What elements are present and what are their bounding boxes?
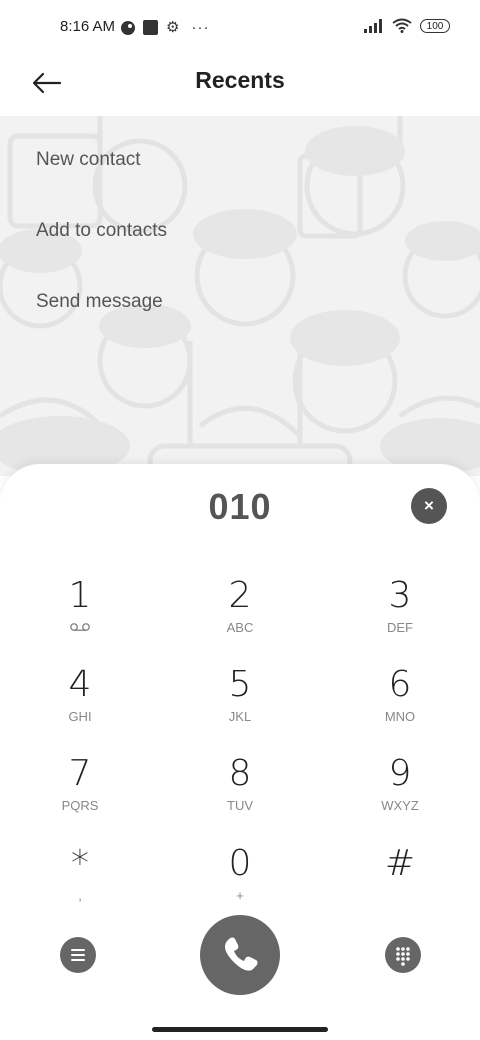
key-9[interactable]: 9 WXYZ <box>340 754 460 834</box>
gear-icon: ⚙ <box>166 19 180 36</box>
key-0[interactable]: 0 + <box>180 844 300 924</box>
key-letters: DEF <box>387 620 413 635</box>
key-4[interactable]: 4 GHI <box>20 665 140 745</box>
key-letters: MNO <box>384 709 416 724</box>
dialed-number: 010 <box>208 486 272 527</box>
more-notifications-icon: ··· <box>191 19 210 36</box>
list-icon <box>71 949 85 961</box>
key-6[interactable]: 6 MNO <box>340 665 460 745</box>
key-letters: ABC <box>226 620 254 635</box>
clear-button[interactable]: × <box>411 488 447 524</box>
dialpad-sheet: 010 × 1 2 ABC 3 DEF 4 GHI 5 JKL 6 MNO 7 … <box>0 464 480 1040</box>
key-hash[interactable]: # <box>340 844 460 924</box>
key-digit: 7 <box>68 753 92 794</box>
key-letters: + <box>236 888 244 903</box>
call-button[interactable] <box>200 915 280 995</box>
key-letters: , <box>78 888 82 903</box>
key-digit: 9 <box>388 753 412 794</box>
signal-icon <box>364 18 382 33</box>
key-digit: 2 <box>228 575 252 616</box>
app-header: Recents <box>0 56 480 112</box>
page-title: Recents <box>195 67 285 93</box>
key-digit: 0 <box>228 843 252 884</box>
key-letters: TUV <box>227 798 253 813</box>
key-1[interactable]: 1 <box>20 576 140 656</box>
key-digit: 5 <box>228 664 252 705</box>
key-star[interactable]: * , <box>20 844 140 924</box>
key-letters: JKL <box>228 709 252 724</box>
home-indicator[interactable] <box>152 1027 328 1032</box>
key-letters: GHI <box>68 709 92 724</box>
key-digit: 4 <box>68 664 92 705</box>
add-to-contacts-option[interactable]: Add to contacts <box>36 217 167 288</box>
key-digit: # <box>384 843 416 884</box>
key-7[interactable]: 7 PQRS <box>20 754 140 834</box>
keypad-icon <box>396 947 410 966</box>
new-contact-option[interactable]: New contact <box>36 146 167 217</box>
battery-icon: 100 <box>420 18 450 33</box>
phone-icon <box>225 937 258 971</box>
notification-icons: ⚙ ··· <box>121 19 209 36</box>
status-bar: 8:16 AM ⚙ ··· 100 <box>0 0 480 56</box>
key-letters: WXYZ <box>381 798 419 813</box>
app-notification-icon <box>143 20 158 35</box>
voicemail-icon <box>20 620 140 636</box>
key-8[interactable]: 8 TUV <box>180 754 300 834</box>
recents-menu: New contact Add to contacts Send message <box>36 146 167 359</box>
key-digit: 1 <box>68 575 92 616</box>
status-time: 8:16 AM <box>60 18 116 35</box>
data-saver-icon <box>121 20 135 35</box>
list-button[interactable] <box>60 937 96 973</box>
key-digit: 8 <box>228 753 252 794</box>
key-digit: * <box>71 843 89 884</box>
key-letters: PQRS <box>61 798 99 813</box>
wifi-icon <box>392 18 412 33</box>
send-message-option[interactable]: Send message <box>36 288 167 359</box>
key-2[interactable]: 2 ABC <box>180 576 300 656</box>
keypad-toggle-button[interactable] <box>385 937 421 973</box>
key-5[interactable]: 5 JKL <box>180 665 300 745</box>
key-digit: 6 <box>388 664 412 705</box>
key-digit: 3 <box>388 575 412 616</box>
system-icons: 100 <box>364 18 450 33</box>
key-3[interactable]: 3 DEF <box>340 576 460 656</box>
